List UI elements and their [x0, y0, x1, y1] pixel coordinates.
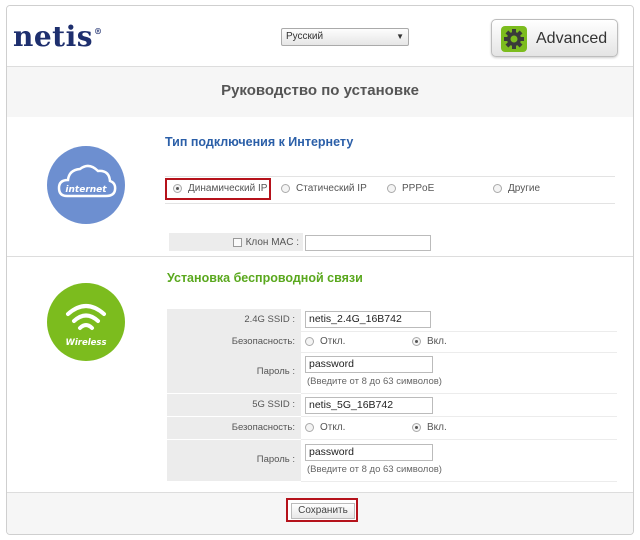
security-5-row: Безопасность: Откл. Вкл. [167, 417, 617, 440]
wireless-icon-label: Wireless [65, 338, 106, 348]
advanced-button[interactable]: Advanced [491, 19, 618, 57]
clone-mac-row: Клон MAC : [169, 233, 303, 251]
internet-icon-label: internet [65, 185, 107, 195]
footer: Сохранить [7, 492, 633, 534]
language-select[interactable]: Русский ▼ [281, 28, 409, 46]
save-button[interactable]: Сохранить [286, 498, 358, 522]
radio-icon[interactable] [281, 183, 290, 193]
password-5-input[interactable]: password [305, 444, 433, 461]
password-5-hint: (Введите от 8 до 63 символов) [307, 464, 442, 475]
ssid-24-label: 2.4G SSID : [244, 314, 295, 325]
page-title: Руководство по установке [221, 82, 419, 99]
cloud-icon: internet [57, 164, 117, 198]
clone-mac-label: Клон MAC : [245, 237, 299, 248]
radio-selected-icon[interactable] [412, 336, 421, 346]
internet-icon: internet [47, 146, 125, 224]
ssid-5-label: 5G SSID : [252, 399, 295, 410]
wireless-icon: Wireless [47, 283, 125, 361]
clone-mac-input[interactable] [305, 235, 431, 251]
chevron-down-icon: ▼ [396, 32, 404, 41]
security-24-off[interactable]: Откл. [305, 336, 345, 347]
password-24-hint: (Введите от 8 до 63 символов) [307, 376, 442, 387]
option-other[interactable]: Другие [493, 183, 540, 194]
ssid-24-row: 2.4G SSID : netis_2.4G_16B742 [167, 309, 617, 332]
advanced-button-label: Advanced [536, 30, 608, 47]
header: netis® Русский ▼ Advanced [7, 6, 633, 66]
language-select-value: Русский [286, 31, 324, 42]
security-24-on[interactable]: Вкл. [412, 336, 447, 347]
radio-icon[interactable] [305, 422, 314, 432]
option-static-ip[interactable]: Статический IP [281, 183, 367, 194]
radio-selected-icon[interactable] [412, 422, 421, 432]
internet-section-title: Тип подключения к Интернету [165, 135, 354, 149]
wifi-icon: Wireless [65, 304, 107, 348]
ssid-5-input[interactable]: netis_5G_16B742 [305, 397, 433, 414]
security-24-label: Безопасность: [231, 336, 295, 347]
ssid-5-row: 5G SSID : netis_5G_16B742 [167, 394, 617, 417]
option-pppoe[interactable]: PPPoE [387, 183, 434, 194]
wireless-section-title: Установка беспроводной связи [167, 271, 363, 285]
title-bar: Руководство по установке [7, 66, 633, 118]
internet-section: internet Тип подключения к Интернету Дин… [7, 117, 633, 255]
security-5-on[interactable]: Вкл. [412, 422, 447, 433]
password-24-label: Пароль : [256, 366, 295, 377]
radio-icon[interactable] [387, 183, 396, 193]
gear-icon [501, 26, 527, 52]
radio-icon[interactable] [493, 183, 502, 193]
security-5-off[interactable]: Откл. [305, 422, 345, 433]
password-24-row: Пароль : password (Введите от 8 до 63 си… [167, 352, 617, 394]
netis-logo: netis® [13, 20, 103, 53]
wireless-section: Wireless Установка беспроводной связи 2.… [7, 256, 633, 493]
password-5-label: Пароль : [256, 454, 295, 465]
highlight-box [165, 178, 271, 200]
setup-wizard-frame: netis® Русский ▼ Advanced Руководство по… [6, 5, 634, 535]
clone-mac-checkbox[interactable] [233, 238, 242, 247]
ssid-24-input[interactable]: netis_2.4G_16B742 [305, 311, 431, 328]
password-24-input[interactable]: password [305, 356, 433, 373]
radio-icon[interactable] [305, 336, 314, 346]
password-5-row: Пароль : password (Введите от 8 до 63 си… [167, 440, 617, 482]
save-button-label: Сохранить [291, 503, 355, 519]
security-5-label: Безопасность: [231, 422, 295, 433]
security-24-row: Безопасность: Откл. Вкл. [167, 331, 617, 353]
